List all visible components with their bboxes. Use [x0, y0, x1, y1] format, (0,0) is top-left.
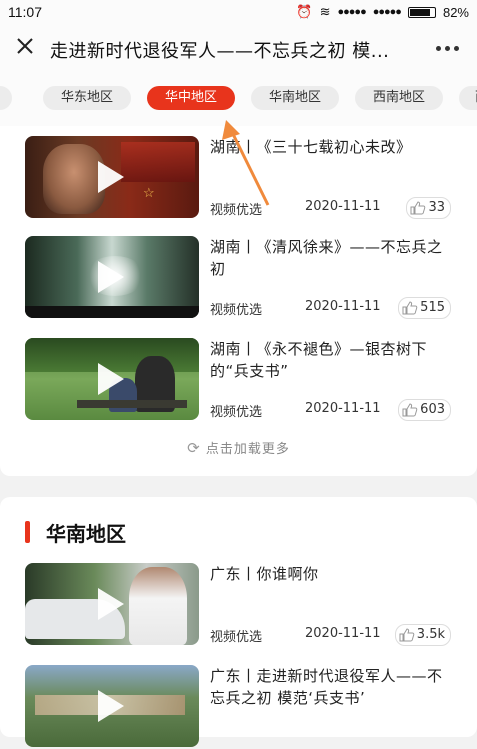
- tab-region-2[interactable]: 华中地区: [147, 86, 235, 110]
- status-time: 11:07: [8, 4, 42, 20]
- section-title: 华南地区: [46, 521, 126, 546]
- video-date: 2020-11-11: [305, 401, 381, 416]
- like-count: 3.5k: [416, 627, 445, 642]
- video-title[interactable]: 湖南丨《三十七载初心未改》: [210, 136, 455, 158]
- video-title[interactable]: 广东丨你谁啊你: [210, 563, 455, 585]
- tab-region-1[interactable]: 华东地区: [43, 86, 131, 110]
- video-thumbnail[interactable]: [25, 338, 199, 420]
- alarm-icon: ⏰: [296, 4, 313, 19]
- video-item[interactable]: ☆ 湖南丨《三十七载初心未改》 视频优选 2020-11-11 33: [25, 136, 455, 220]
- play-icon: [98, 690, 124, 722]
- video-meta: 视频优选 2020-11-11 3.5k: [210, 624, 455, 646]
- battery-icon: [407, 6, 436, 18]
- load-more-label: 点击加载更多: [205, 442, 290, 457]
- video-meta: 视频优选 2020-11-11 33: [210, 197, 455, 219]
- video-date: 2020-11-11: [305, 626, 381, 641]
- like-count: 603: [420, 402, 445, 417]
- video-item[interactable]: 广东丨走进新时代退役军人——不忘兵之初 模范‘兵支书’: [25, 665, 455, 749]
- thumbnail-caption: ☆: [143, 186, 155, 201]
- section-heading: 华南地区: [25, 517, 126, 547]
- play-icon: [98, 161, 124, 193]
- thumbs-up-icon: [402, 403, 418, 417]
- close-icon[interactable]: [14, 35, 36, 57]
- like-count: 33: [428, 200, 445, 215]
- video-thumbnail[interactable]: [25, 563, 199, 645]
- more-icon[interactable]: [436, 46, 459, 51]
- region-tabs: 区 华东地区 华中地区 华南地区 西南地区 西: [0, 70, 477, 126]
- video-meta: 视频优选 2020-11-11 515: [210, 297, 455, 319]
- play-icon: [98, 261, 124, 293]
- video-source: 视频优选: [210, 405, 263, 420]
- section-accent-bar: [25, 521, 30, 543]
- thumbs-up-icon: [410, 201, 426, 215]
- like-button[interactable]: 515: [398, 297, 451, 319]
- video-thumbnail[interactable]: [25, 665, 199, 747]
- video-item[interactable]: 湖南丨《清风徐来》——不忘兵之初 视频优选 2020-11-11 515: [25, 236, 455, 320]
- status-icons: ⏰ ≋ ●●●●● ●●●●● 82%: [296, 4, 469, 20]
- tab-region-3[interactable]: 华南地区: [251, 86, 339, 110]
- load-more-button[interactable]: ⟳ 点击加载更多: [0, 438, 477, 457]
- video-thumbnail[interactable]: [25, 236, 199, 318]
- battery-percent: 82%: [442, 4, 469, 20]
- tab-region-4[interactable]: 西南地区: [355, 86, 443, 110]
- refresh-icon: ⟳: [187, 439, 201, 457]
- tab-region-0[interactable]: 区: [0, 86, 12, 110]
- video-title[interactable]: 湖南丨《清风徐来》——不忘兵之初: [210, 236, 455, 280]
- status-bar: 11:07 ⏰ ≋ ●●●●● ●●●●● 82%: [0, 0, 477, 26]
- video-source: 视频优选: [210, 203, 263, 218]
- video-date: 2020-11-11: [305, 299, 381, 314]
- play-icon: [98, 363, 124, 395]
- wifi-icon: ≋: [319, 4, 331, 19]
- video-source: 视频优选: [210, 630, 263, 645]
- video-source: 视频优选: [210, 303, 263, 318]
- video-item[interactable]: 湖南丨《永不褪色》—银杏树下的“兵支书” 视频优选 2020-11-11 603: [25, 338, 455, 422]
- thumbs-up-icon: [399, 628, 415, 642]
- video-title[interactable]: 广东丨走进新时代退役军人——不忘兵之初 模范‘兵支书’: [210, 665, 455, 709]
- signal-icon-2: ●●●●●: [372, 6, 402, 18]
- video-date: 2020-11-11: [305, 199, 381, 214]
- tab-region-5[interactable]: 西: [459, 86, 477, 110]
- video-title[interactable]: 湖南丨《永不褪色》—银杏树下的“兵支书”: [210, 338, 455, 382]
- region-section-card: 华南地区 广东丨你谁啊你 视频优选 2020-11-11 3.5k 广东丨走进新…: [0, 497, 477, 747]
- play-icon: [98, 588, 124, 620]
- title-bar: 走进新时代退役军人——不忘兵之初 模...: [0, 26, 477, 70]
- page-title: 走进新时代退役军人——不忘兵之初 模...: [50, 41, 390, 62]
- region-section-card: ☆ 湖南丨《三十七载初心未改》 视频优选 2020-11-11 33 湖南丨《清…: [0, 126, 477, 476]
- like-button[interactable]: 33: [406, 197, 451, 219]
- signal-icon: ●●●●●: [337, 6, 367, 18]
- like-count: 515: [420, 300, 445, 315]
- video-meta: 视频优选 2020-11-11 603: [210, 399, 455, 421]
- like-button[interactable]: 3.5k: [394, 624, 451, 646]
- like-button[interactable]: 603: [398, 399, 451, 421]
- video-thumbnail[interactable]: ☆: [25, 136, 199, 218]
- thumbs-up-icon: [402, 301, 418, 315]
- video-item[interactable]: 广东丨你谁啊你 视频优选 2020-11-11 3.5k: [25, 563, 455, 647]
